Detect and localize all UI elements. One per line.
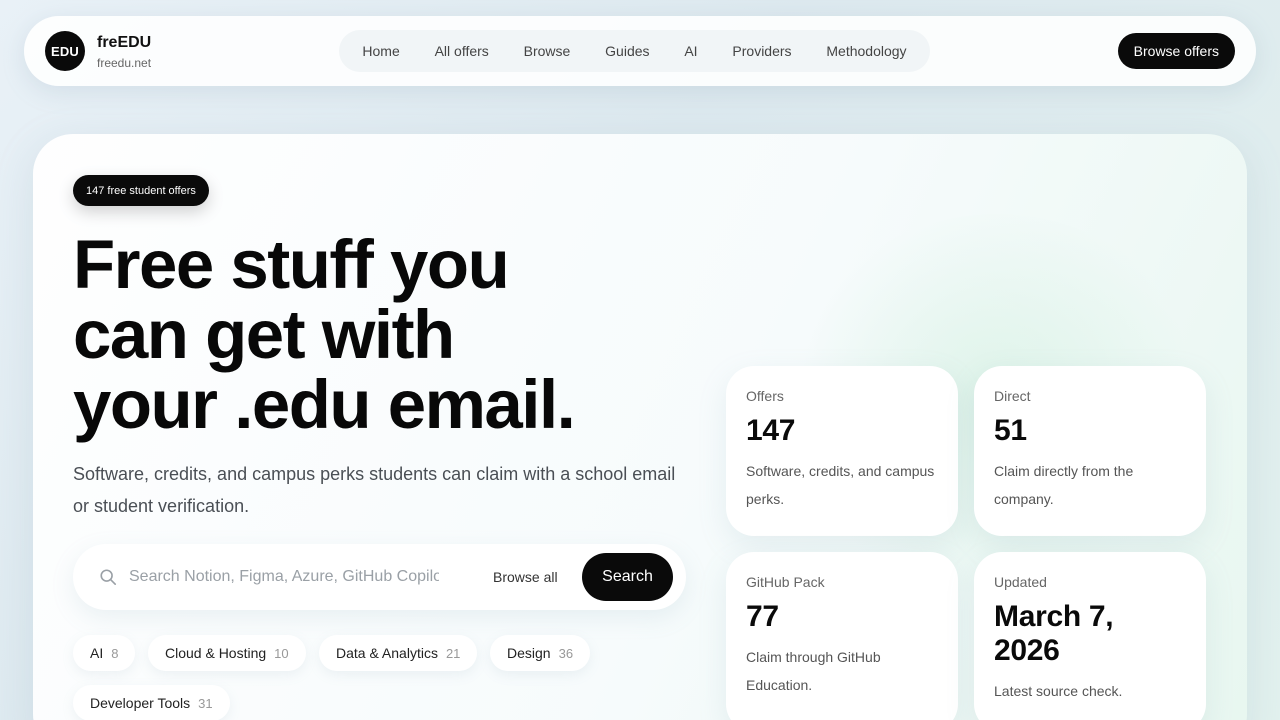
stat-description: Claim through GitHub Education.	[746, 649, 881, 693]
stat-label: Direct	[994, 388, 1031, 404]
chip-label: AI	[90, 645, 104, 661]
chip-label: Developer Tools	[90, 695, 191, 711]
search-input[interactable]	[129, 563, 439, 591]
hero-panel: 147 free student offers Free stuff you c…	[33, 134, 1247, 720]
stat-label: Offers	[746, 388, 784, 404]
main-nav: Home All offers Browse Guides AI Provide…	[339, 30, 930, 72]
stat-value: 51	[994, 414, 1027, 447]
browse-offers-button[interactable]: Browse offers	[1117, 33, 1235, 69]
stat-description: Software, credits, and campus perks.	[746, 463, 935, 507]
stat-card-github-pack: GitHub Pack 77 Claim through GitHub Educ…	[726, 552, 958, 720]
logo-badge[interactable]: EDU	[45, 31, 85, 71]
chip-count: 36	[558, 645, 574, 661]
category-chip-data-analytics[interactable]: Data & Analytics 21	[319, 635, 478, 671]
chip-count: 10	[274, 645, 289, 661]
hero-headline: Free stuff you can get with your .edu em…	[73, 230, 693, 440]
top-header: EDU freEDU freedu.net Home All offers Br…	[24, 16, 1256, 86]
search-bar: Browse all Search	[73, 544, 686, 610]
headline-line-1: Free stuff you	[73, 226, 510, 303]
stat-description: Latest source check.	[994, 683, 1123, 699]
brand-name[interactable]: freEDU	[97, 34, 151, 52]
nav-ai[interactable]: AI	[672, 35, 709, 67]
category-chip-cloud-hosting[interactable]: Cloud & Hosting 10	[148, 635, 306, 671]
stat-label: Updated	[994, 574, 1047, 590]
category-chip-ai[interactable]: AI 8	[73, 635, 136, 671]
offers-count-badge: 147 free student offers	[73, 175, 209, 206]
browse-all-link[interactable]: Browse all	[493, 569, 558, 585]
stat-card-updated: Updated March 7, 2026 Latest source chec…	[974, 552, 1206, 720]
stat-value: 77	[746, 600, 779, 633]
category-chip-developer-tools[interactable]: Developer Tools 31	[73, 685, 230, 720]
stat-description: Claim directly from the company.	[994, 463, 1134, 507]
stat-label: GitHub Pack	[746, 574, 825, 590]
chip-count: 8	[111, 645, 119, 661]
nav-methodology[interactable]: Methodology	[814, 35, 918, 67]
nav-home[interactable]: Home	[350, 35, 411, 67]
stat-value: 147	[746, 414, 796, 447]
chip-label: Data & Analytics	[336, 645, 438, 661]
stat-card-offers: Offers 147 Software, credits, and campus…	[726, 366, 958, 536]
category-chip-design[interactable]: Design 36	[490, 635, 591, 671]
nav-browse[interactable]: Browse	[512, 35, 583, 67]
nav-guides[interactable]: Guides	[593, 35, 661, 67]
stat-card-direct: Direct 51 Claim directly from the compan…	[974, 366, 1206, 536]
search-icon	[100, 569, 117, 586]
nav-providers[interactable]: Providers	[720, 35, 803, 67]
chip-count: 21	[445, 645, 461, 661]
stat-value: March 7, 2026	[994, 600, 1114, 667]
hero-subtext: Software, credits, and campus perks stud…	[73, 464, 676, 516]
chip-label: Design	[507, 645, 551, 661]
chip-count: 31	[198, 695, 213, 711]
headline-line-2: can get with	[73, 296, 455, 373]
brand-domain: freedu.net	[97, 56, 152, 70]
nav-all-offers[interactable]: All offers	[423, 35, 501, 67]
headline-line-3: your .edu email.	[73, 366, 576, 443]
search-button[interactable]: Search	[582, 553, 673, 601]
chip-label: Cloud & Hosting	[165, 645, 267, 661]
